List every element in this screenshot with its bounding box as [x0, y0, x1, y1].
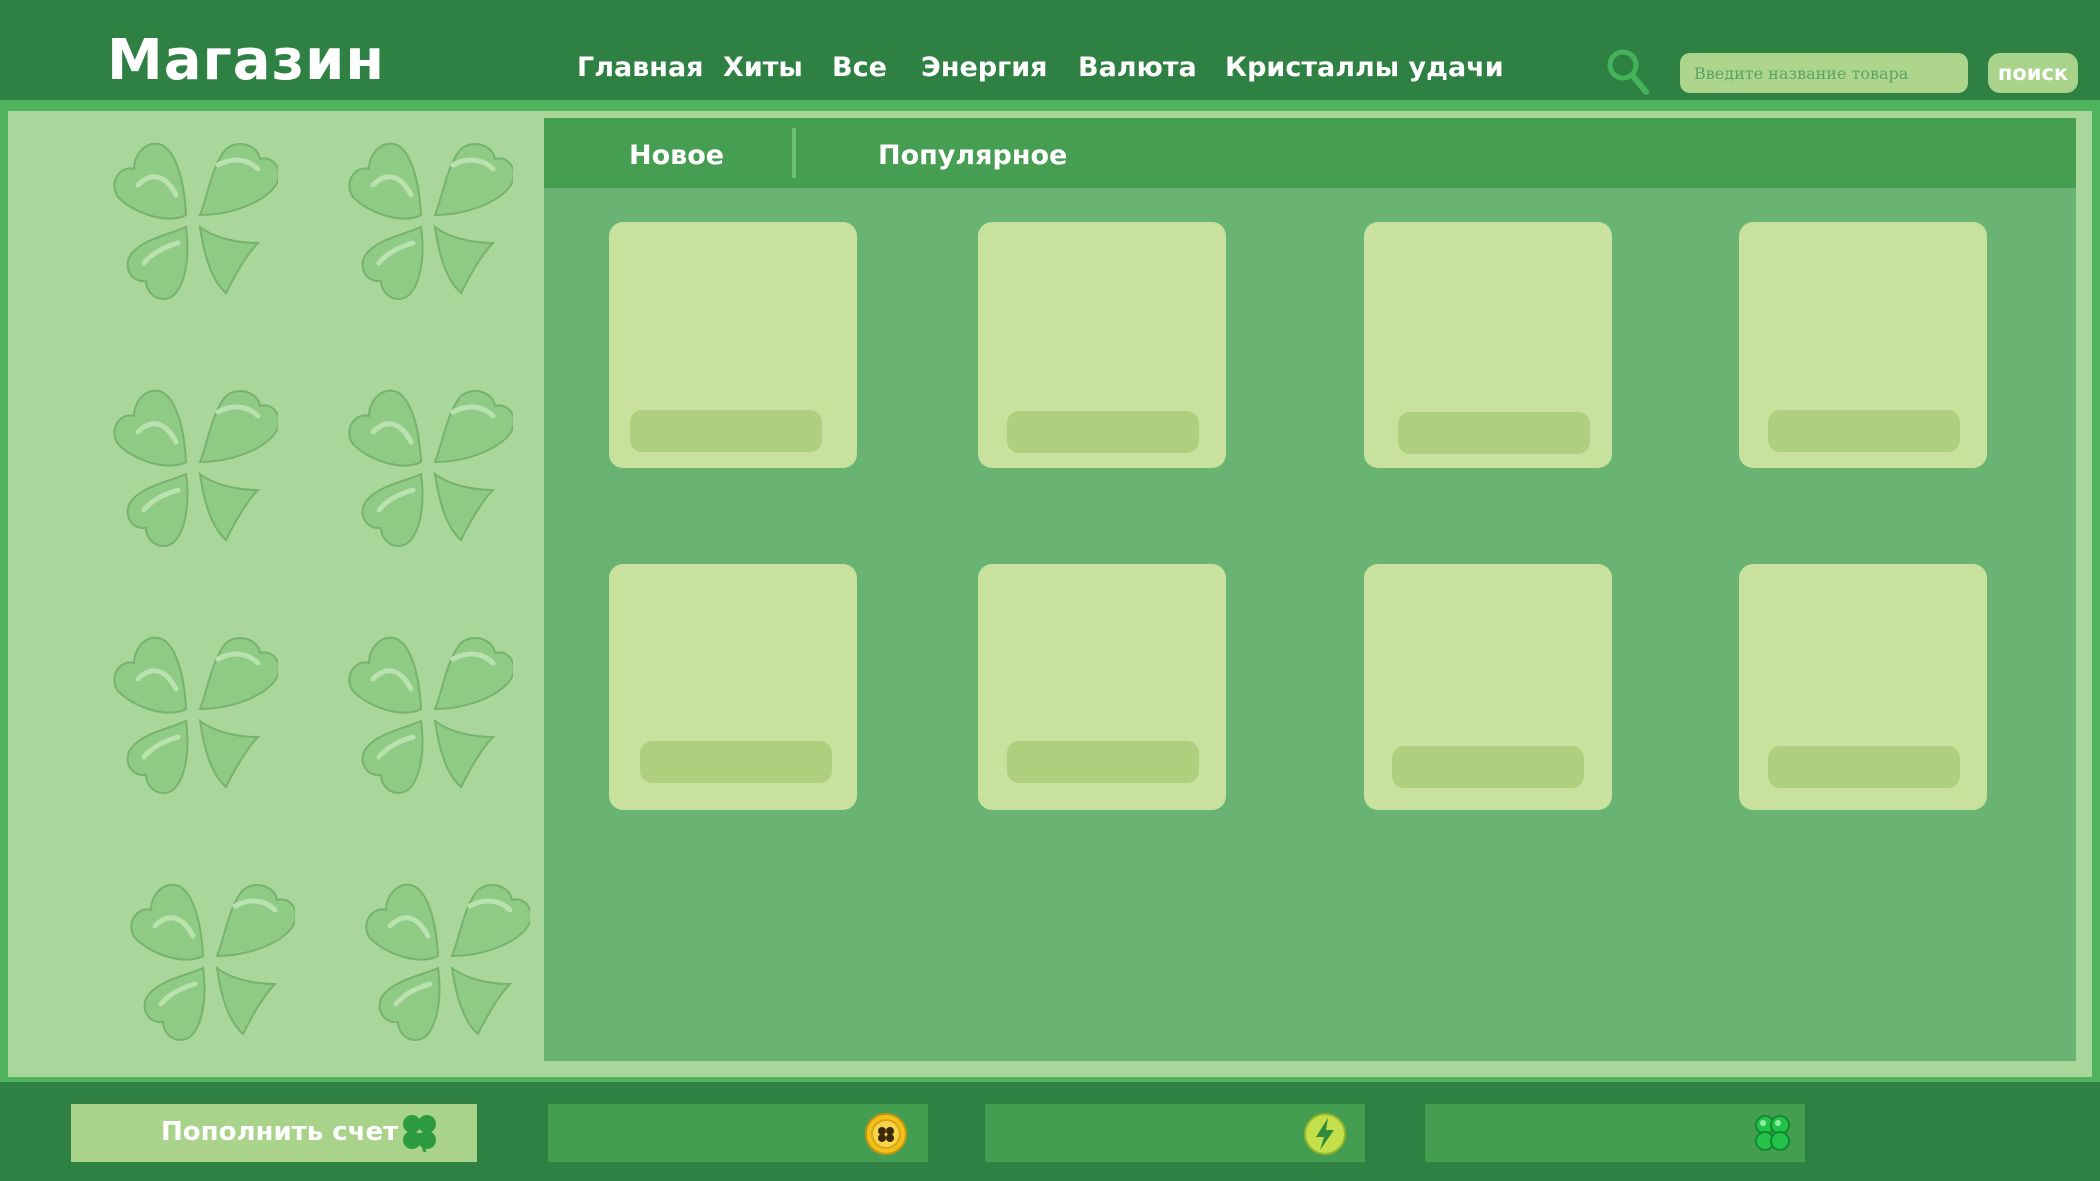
- product-card[interactable]: [1739, 222, 1987, 468]
- tabs-bar: [544, 118, 2076, 188]
- clover-icon: [343, 629, 513, 799]
- balance-energy: [985, 1104, 1365, 1162]
- card-buy-bar[interactable]: [1768, 410, 1960, 452]
- tab-new[interactable]: Новое: [629, 140, 724, 171]
- card-buy-bar[interactable]: [1768, 746, 1960, 788]
- clover-crystal-icon: [1755, 1115, 1790, 1151]
- product-card[interactable]: [978, 222, 1226, 468]
- search-button[interactable]: поиск: [1988, 53, 2078, 93]
- clover-icon: [125, 876, 295, 1046]
- top-up-button[interactable]: Пополнить счет: [71, 1104, 477, 1162]
- product-card[interactable]: [1364, 222, 1612, 468]
- clover-icon: [360, 876, 530, 1046]
- sidebar: [8, 111, 542, 1077]
- product-card[interactable]: [609, 222, 857, 468]
- clover-icon: [108, 382, 278, 552]
- product-card[interactable]: [1739, 564, 1987, 810]
- clover-icon: [403, 1115, 436, 1153]
- nav-item-luck-crystals[interactable]: Кристаллы удачи: [1225, 52, 1504, 83]
- energy-icon: [1304, 1113, 1346, 1155]
- search-icon[interactable]: [1606, 48, 1650, 96]
- balance-coins: [548, 1104, 928, 1162]
- card-buy-bar[interactable]: [1007, 411, 1199, 453]
- card-buy-bar[interactable]: [1398, 412, 1590, 454]
- nav-item-currency[interactable]: Валюта: [1078, 52, 1197, 83]
- nav-item-home[interactable]: Главная: [577, 52, 704, 83]
- shop-logo[interactable]: Магазин: [107, 28, 385, 93]
- product-card[interactable]: [609, 564, 857, 810]
- nav-item-hits[interactable]: Хиты: [723, 52, 803, 83]
- card-buy-bar[interactable]: [640, 741, 832, 783]
- nav-item-all[interactable]: Все: [832, 52, 887, 83]
- tab-divider: [792, 128, 796, 178]
- clover-icon: [343, 135, 513, 305]
- search-input[interactable]: [1680, 53, 1968, 93]
- card-buy-bar[interactable]: [1007, 741, 1199, 783]
- nav-item-energy[interactable]: Энергия: [921, 52, 1047, 83]
- product-card[interactable]: [1364, 564, 1612, 810]
- coin-icon: [865, 1113, 907, 1155]
- clover-icon: [108, 135, 278, 305]
- top-up-label: Пополнить счет: [161, 1117, 399, 1147]
- balance-luck-crystals: [1425, 1104, 1805, 1162]
- product-card[interactable]: [978, 564, 1226, 810]
- clover-icon: [343, 382, 513, 552]
- card-buy-bar[interactable]: [630, 410, 822, 452]
- card-buy-bar[interactable]: [1392, 746, 1584, 788]
- tab-popular[interactable]: Популярное: [878, 140, 1067, 171]
- clover-icon: [108, 629, 278, 799]
